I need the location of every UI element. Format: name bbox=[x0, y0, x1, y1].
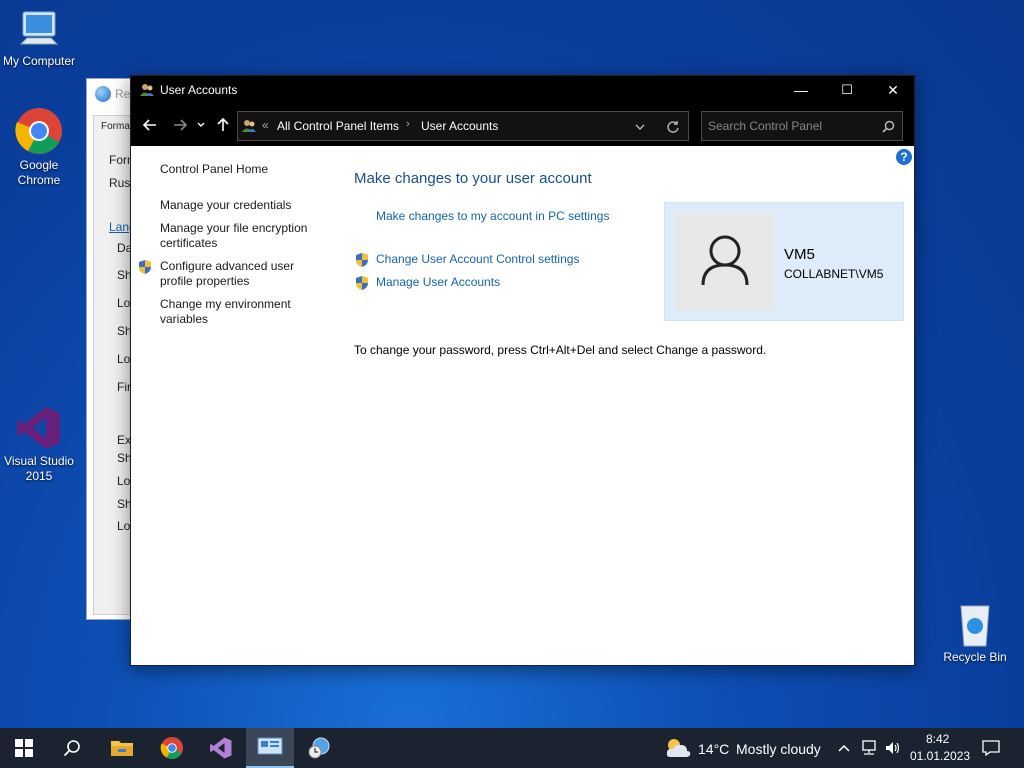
chevron-up-icon[interactable] bbox=[837, 742, 851, 754]
search-input[interactable] bbox=[708, 118, 873, 134]
breadcrumb-item-user-accounts[interactable]: User Accounts bbox=[421, 119, 498, 133]
visual-studio-icon bbox=[17, 407, 60, 449]
weather-temperature[interactable]: 14°C bbox=[698, 741, 729, 757]
content-pane: ? Control Panel Home Manage your credent… bbox=[131, 146, 914, 665]
address-bar[interactable]: « All Control Panel Items › User Account… bbox=[237, 111, 689, 141]
clock-time[interactable]: 8:42 bbox=[926, 732, 949, 746]
computer-icon bbox=[19, 11, 59, 45]
desktop-icon-label: My Computer bbox=[2, 54, 76, 68]
background-window-text: Lo bbox=[117, 474, 131, 488]
taskbar: 14°C Mostly cloudy 8:42 01.01.2023 bbox=[0, 728, 1024, 768]
taskbar-control-panel[interactable] bbox=[246, 728, 294, 768]
maximize-button[interactable]: ☐ bbox=[824, 76, 870, 104]
background-window-text: Lo bbox=[117, 519, 131, 533]
pc-settings-link[interactable]: Make changes to my account in PC setting… bbox=[376, 209, 609, 223]
taskbar-chrome[interactable] bbox=[148, 728, 196, 768]
sidebar-item-control-panel-home[interactable]: Control Panel Home bbox=[160, 162, 268, 177]
sidebar-item-file-encryption-certificates[interactable]: Manage your file encryption certificates bbox=[160, 221, 320, 251]
folder-icon bbox=[111, 741, 133, 756]
volume-icon[interactable] bbox=[884, 740, 902, 756]
shield-icon bbox=[139, 260, 151, 274]
help-icon[interactable]: ? bbox=[896, 149, 912, 165]
weather-cloud-icon bbox=[666, 739, 691, 757]
user-accounts-icon bbox=[242, 120, 256, 132]
taskbar-file-explorer[interactable] bbox=[98, 728, 146, 768]
page-heading: Make changes to your user account bbox=[354, 170, 592, 187]
search-icon[interactable] bbox=[882, 120, 895, 133]
chrome-icon bbox=[160, 736, 184, 760]
desktop-icon-label: Visual Studio 2015 bbox=[4, 454, 74, 483]
forward-arrow-icon[interactable] bbox=[171, 117, 189, 135]
taskbar-region-settings[interactable] bbox=[295, 728, 343, 768]
user-accounts-window[interactable]: User Accounts — ☐ ✕ « All Control Panel … bbox=[130, 75, 915, 666]
sidebar-item-manage-credentials[interactable]: Manage your credentials bbox=[160, 198, 291, 213]
background-window-text: Rus bbox=[109, 176, 131, 190]
user-name: VM5 bbox=[784, 246, 815, 263]
close-button[interactable]: ✕ bbox=[870, 76, 916, 104]
desktop-icon-chrome[interactable]: Google Chrome bbox=[0, 106, 78, 188]
notifications-icon[interactable] bbox=[982, 739, 1000, 757]
background-window-text: Fir bbox=[117, 380, 131, 394]
user-accounts-icon bbox=[140, 84, 154, 96]
window-titlebar[interactable]: User Accounts — ☐ ✕ bbox=[131, 76, 914, 104]
user-account-card: VM5 COLLABNET\VM5 bbox=[664, 202, 904, 321]
background-window-text: Ex bbox=[117, 433, 132, 447]
address-toolbar: « All Control Panel Items › User Account… bbox=[131, 104, 914, 146]
network-icon[interactable] bbox=[860, 740, 878, 756]
recent-locations-chevron-icon[interactable] bbox=[195, 117, 207, 135]
recycle-bin-icon bbox=[960, 605, 990, 647]
background-window-titlebar: Re bbox=[87, 79, 135, 109]
desktop-icon-my-computer[interactable]: My Computer bbox=[0, 10, 78, 69]
background-regional-window[interactable]: Re Forma Forn Rus Lang Da Sh Lo Sh Lo Fi… bbox=[86, 78, 136, 620]
search-icon bbox=[63, 740, 80, 757]
background-window-title: Re bbox=[115, 87, 131, 101]
background-window-tab[interactable]: Forma bbox=[101, 121, 130, 132]
chevron-down-icon[interactable] bbox=[634, 122, 646, 132]
shield-icon bbox=[356, 253, 368, 267]
search-box[interactable] bbox=[701, 111, 903, 141]
window-title: User Accounts bbox=[160, 83, 238, 97]
search-button[interactable] bbox=[48, 728, 96, 768]
breadcrumb-separator-icon[interactable]: › bbox=[406, 118, 410, 130]
manage-user-accounts-link[interactable]: Manage User Accounts bbox=[376, 275, 500, 289]
windows-logo-icon bbox=[15, 739, 33, 757]
start-button[interactable] bbox=[0, 728, 48, 768]
uac-settings-link[interactable]: Change User Account Control settings bbox=[376, 252, 579, 266]
back-arrow-icon[interactable] bbox=[141, 117, 159, 135]
up-arrow-icon[interactable] bbox=[214, 117, 232, 135]
clock-globe-icon bbox=[308, 737, 330, 759]
clock-date[interactable]: 01.01.2023 bbox=[910, 749, 970, 763]
visual-studio-icon bbox=[210, 737, 232, 759]
chrome-icon bbox=[15, 108, 62, 154]
desktop-icon-visual-studio[interactable]: Visual Studio 2015 bbox=[0, 404, 78, 484]
sidebar-item-environment-variables[interactable]: Change my environment variables bbox=[160, 297, 310, 327]
minimize-button[interactable]: — bbox=[778, 76, 824, 104]
control-panel-icon bbox=[257, 737, 283, 755]
refresh-icon[interactable] bbox=[666, 120, 680, 134]
background-window-text: Lo bbox=[117, 352, 131, 366]
breadcrumb-overflow[interactable]: « bbox=[262, 118, 269, 132]
avatar bbox=[675, 213, 774, 310]
sidebar-item-advanced-user-profile[interactable]: Configure advanced user profile properti… bbox=[160, 259, 310, 289]
weather-condition[interactable]: Mostly cloudy bbox=[736, 741, 821, 757]
desktop-icon-label: Google Chrome bbox=[17, 158, 61, 187]
taskbar-visual-studio[interactable] bbox=[197, 728, 245, 768]
breadcrumb-item-all-control-panel-items[interactable]: All Control Panel Items bbox=[277, 119, 399, 133]
globe-icon bbox=[95, 86, 111, 102]
password-change-note: To change your password, press Ctrl+Alt+… bbox=[354, 343, 767, 357]
desktop-icon-recycle-bin[interactable]: Recycle Bin bbox=[936, 600, 1014, 665]
background-window-text: Lo bbox=[117, 296, 131, 310]
shield-icon bbox=[356, 276, 368, 290]
user-domain: COLLABNET\VM5 bbox=[784, 267, 884, 281]
desktop-icon-label: Recycle Bin bbox=[943, 650, 1007, 664]
user-avatar-icon bbox=[701, 235, 749, 286]
